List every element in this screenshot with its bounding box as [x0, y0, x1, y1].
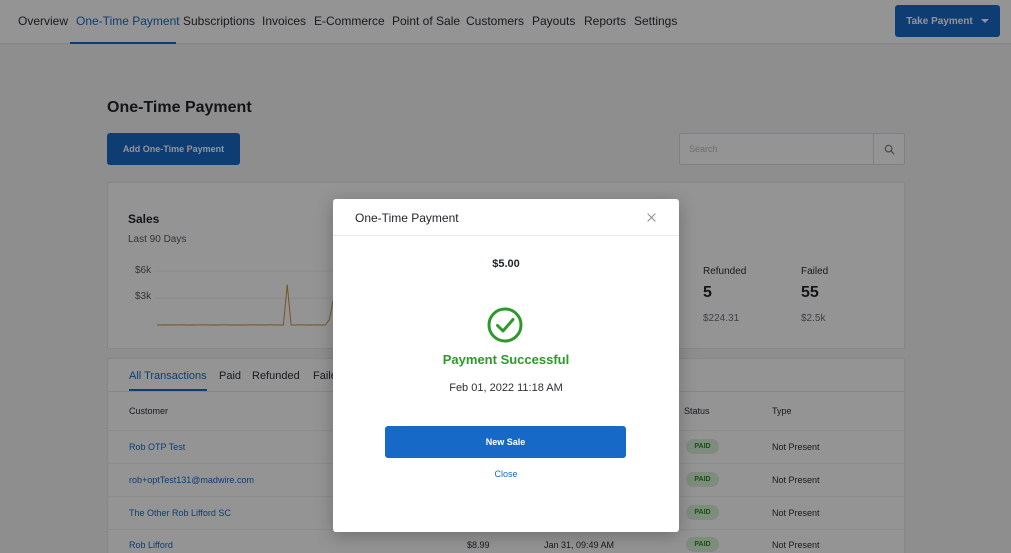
close-icon [646, 212, 656, 222]
check-circle-icon [487, 307, 523, 343]
close-link[interactable]: Close [333, 469, 679, 479]
payment-amount: $5.00 [492, 258, 520, 270]
modal-close-button[interactable] [644, 210, 658, 224]
payment-success-message: Payment Successful [442, 352, 570, 367]
new-sale-button[interactable]: New Sale [385, 426, 626, 458]
divider [333, 235, 679, 236]
modal-title: One-Time Payment [355, 211, 459, 225]
payment-datetime: Feb 01, 2022 11:18 AM [449, 382, 563, 394]
payment-modal: One-Time Payment $5.00 Payment Successfu… [333, 199, 679, 532]
